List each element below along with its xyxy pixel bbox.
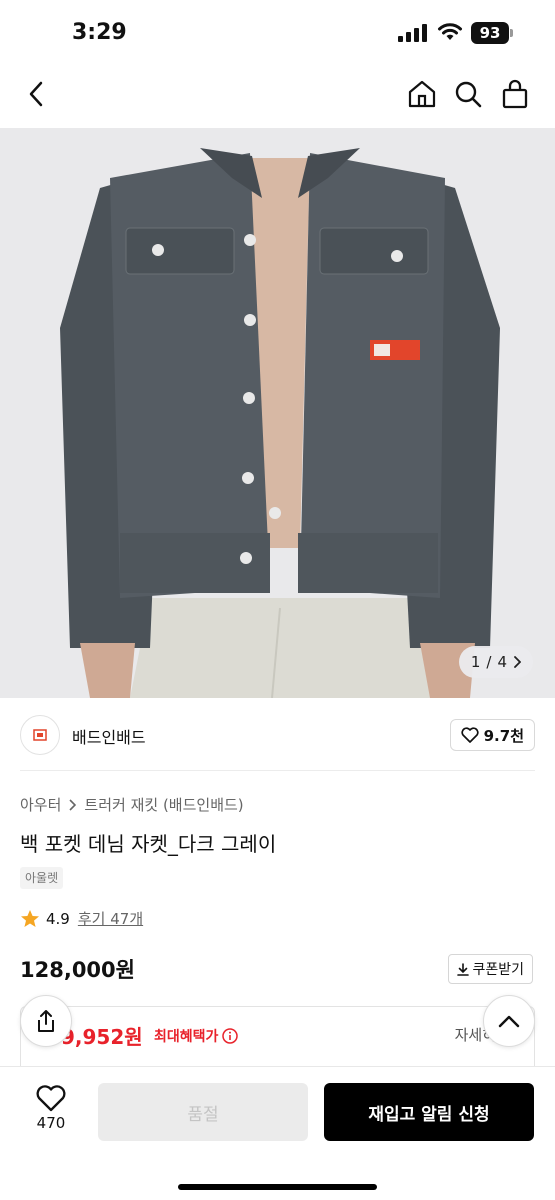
product-price: 128,000원: [20, 958, 135, 982]
share-icon: [38, 1010, 54, 1032]
product-image-carousel[interactable]: 1 / 4: [0, 128, 555, 698]
chevron-right-icon: [514, 656, 521, 668]
divider: [20, 770, 535, 771]
star-icon: [21, 910, 39, 927]
chevron-right-icon: [69, 798, 77, 811]
brand-logo[interactable]: [20, 715, 60, 755]
coupon-button[interactable]: 쿠폰받기: [448, 954, 533, 984]
heart-icon: [461, 727, 479, 743]
top-navigation: [0, 62, 555, 128]
brand-name[interactable]: 배드인배드: [72, 724, 146, 748]
search-icon: [455, 81, 482, 108]
home-indicator: [178, 1184, 377, 1190]
status-time: 3:29: [72, 20, 127, 45]
rating-score: 4.9: [46, 909, 70, 928]
search-button[interactable]: [450, 76, 486, 112]
max-benefit-price: 9,952원: [61, 1025, 143, 1049]
back-button[interactable]: [18, 76, 54, 112]
scroll-top-button[interactable]: [483, 995, 535, 1047]
brand-logo-icon: [33, 729, 47, 741]
image-counter-current: 1: [470, 653, 481, 671]
heart-icon: [36, 1085, 66, 1112]
brand-like-button[interactable]: 9.7천: [449, 719, 535, 751]
info-icon[interactable]: [222, 1028, 239, 1044]
battery-tip: [510, 29, 513, 37]
download-icon: [457, 962, 470, 976]
wish-count: 470: [36, 1114, 66, 1132]
soldout-button: 품절: [98, 1083, 308, 1141]
wifi-icon: [438, 23, 462, 40]
outlet-tag: 아울렛: [20, 867, 64, 889]
cart-button[interactable]: [497, 76, 533, 112]
chevron-up-icon: [498, 1015, 520, 1028]
product-photo: [0, 128, 555, 698]
image-counter-total: 4: [497, 653, 507, 671]
bottom-action-bar: 470 품절 재입고 알림 신청: [0, 1066, 555, 1200]
brand-row[interactable]: 배드인배드 9.7천: [20, 712, 535, 758]
image-counter-separator: /: [486, 653, 492, 671]
home-button[interactable]: [404, 76, 440, 112]
home-icon: [408, 80, 436, 108]
product-title: 백 포켓 데님 자켓_다크 그레이: [20, 832, 277, 856]
coupon-label: 쿠폰받기: [472, 962, 524, 978]
shopping-bag-icon: [502, 79, 528, 109]
status-bar: 3:29 93: [0, 0, 555, 62]
image-counter: 1 / 4: [458, 646, 533, 678]
cellular-signal-icon: [398, 24, 427, 42]
breadcrumb: 아우터 트러커 재킷 (배드인배드): [20, 794, 244, 815]
battery-level: 93: [471, 22, 509, 44]
rating-row: 4.9 후기 47개: [20, 908, 143, 929]
brand-like-count: 9.7천: [483, 726, 524, 745]
max-benefit-label-text: 최대혜택가: [154, 1029, 219, 1045]
breadcrumb-category[interactable]: 아우터: [20, 794, 61, 815]
restock-alert-button[interactable]: 재입고 알림 신청: [324, 1083, 534, 1141]
chevron-left-icon: [29, 81, 43, 107]
share-button[interactable]: [20, 995, 72, 1047]
wish-button[interactable]: 470: [22, 1085, 80, 1132]
review-count-link[interactable]: 후기 47개: [78, 908, 143, 929]
max-benefit-label: 최대혜택가: [154, 1026, 239, 1046]
breadcrumb-subcategory[interactable]: 트러커 재킷 (배드인배드): [84, 794, 243, 815]
